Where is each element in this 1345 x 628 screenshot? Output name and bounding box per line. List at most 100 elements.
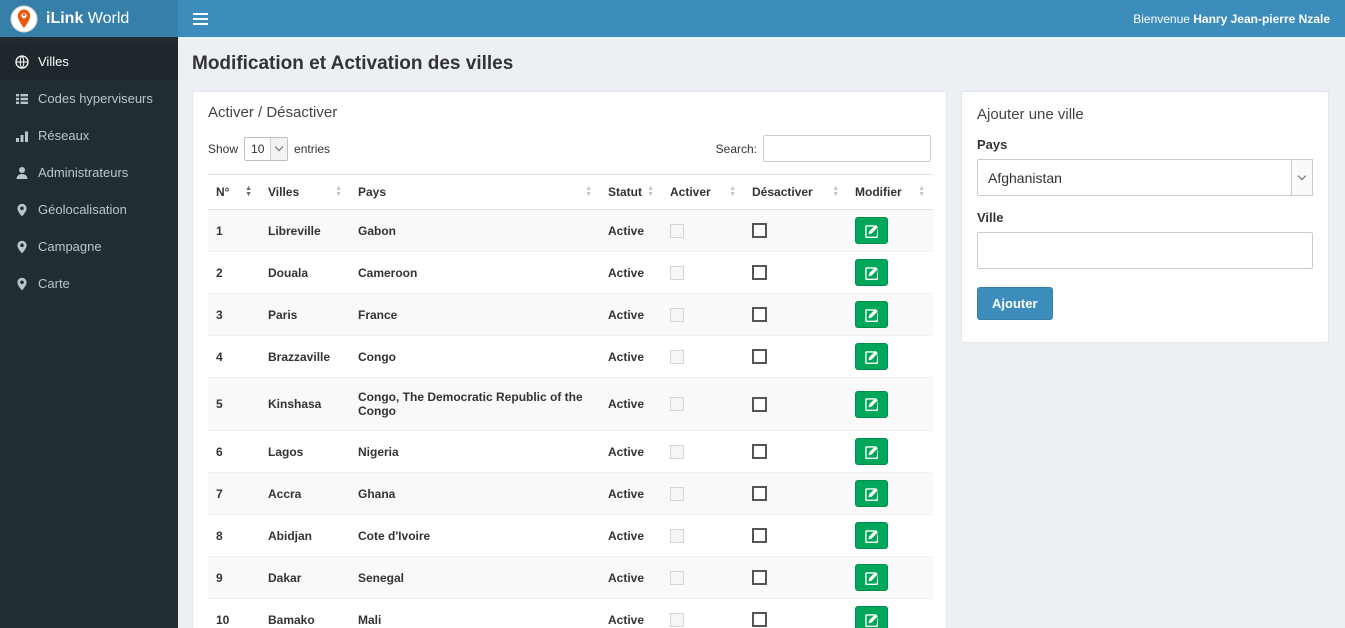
edit-button[interactable]: [855, 606, 888, 628]
sidebar-item-administrateurs[interactable]: Administrateurs: [0, 154, 178, 191]
row-ville: Paris: [268, 307, 298, 322]
activer-checkbox: [670, 307, 684, 322]
activer-checkbox: [670, 528, 684, 543]
user-name: Hanry Jean-pierre Nzale: [1193, 11, 1330, 26]
sort-icon: ▲ ▼: [647, 185, 654, 198]
row-number: 4: [216, 349, 223, 364]
app-root: iLink World Bienvenue Hanry Jean-pierre …: [0, 0, 1345, 628]
table-row: 10 Bamako Mali Active: [208, 599, 933, 628]
edit-button[interactable]: [855, 217, 888, 244]
desactiver-checkbox[interactable]: [752, 570, 767, 586]
column-header-num[interactable]: N° ▲ ▼: [208, 174, 260, 210]
table-row: 3 Paris France Active: [208, 293, 933, 336]
row-pays: Cote d'Ivoire: [358, 528, 431, 543]
sidebar-item-codes-hyperviseurs[interactable]: Codes hyperviseurs: [0, 80, 178, 117]
row-pays: Congo: [358, 349, 396, 364]
edit-button[interactable]: [855, 438, 888, 465]
edit-button[interactable]: [855, 390, 888, 418]
column-header-desactiver[interactable]: Désactiver ▲ ▼: [744, 174, 847, 210]
table-row: 5 Kinshasa Congo, The Democratic Republic …: [208, 377, 933, 431]
desactiver-checkbox[interactable]: [752, 307, 767, 323]
row-statut: Active: [608, 570, 645, 585]
add-panel-title: Ajouter une ville: [977, 106, 1084, 123]
edit-button[interactable]: [855, 522, 888, 549]
table-row: 6 Lagos Nigeria Active: [208, 431, 933, 473]
welcome-user[interactable]: Bienvenue Hanry Jean-pierre Nzale: [1133, 12, 1345, 26]
sort-icon: ▲ ▼: [335, 185, 342, 198]
edit-button[interactable]: [855, 480, 888, 507]
activer-checkbox: [670, 223, 684, 238]
row-number: 1: [216, 223, 223, 238]
sidebar-item-carte[interactable]: Carte: [0, 265, 178, 302]
table-panel-title: Activer / Désactiver: [208, 104, 338, 121]
activer-checkbox: [670, 612, 684, 627]
show-label: Show: [208, 141, 239, 156]
table-row: 1 Libreville Gabon Active: [208, 209, 933, 252]
sidebar-item-villes[interactable]: Villes: [0, 43, 178, 80]
ajouter-button[interactable]: Ajouter: [977, 287, 1053, 320]
row-statut: Active: [608, 486, 645, 501]
top-navbar: iLink World Bienvenue Hanry Jean-pierre …: [0, 0, 1345, 37]
row-pays: Gabon: [358, 223, 396, 238]
activer-checkbox: [670, 349, 684, 364]
sort-icon: ▲ ▼: [918, 185, 925, 198]
edit-button[interactable]: [855, 564, 888, 591]
row-statut: Active: [608, 265, 645, 280]
brand-logo-area[interactable]: iLink World: [0, 0, 178, 37]
sidebar-item-campagne[interactable]: Campagne: [0, 228, 178, 265]
row-statut: Active: [608, 612, 645, 627]
search-input[interactable]: [763, 135, 931, 162]
row-ville: Lagos: [268, 444, 304, 459]
desactiver-checkbox[interactable]: [752, 444, 767, 460]
activer-checkbox: [670, 570, 684, 585]
add-city-panel: Ajouter une ville Pays Afghanistan Ville…: [961, 91, 1329, 343]
row-statut: Active: [608, 444, 645, 459]
row-number: 5: [216, 397, 223, 411]
page-title: Modification et Activation des villes: [192, 53, 514, 74]
page-length-select[interactable]: 10: [244, 136, 289, 161]
edit-pencil-icon: [864, 571, 878, 585]
row-statut: Active: [608, 349, 645, 364]
desactiver-checkbox[interactable]: [752, 349, 767, 365]
edit-pencil-icon: [864, 613, 878, 627]
row-ville: Kinshasa: [268, 397, 322, 411]
column-header-villes[interactable]: Villes ▲ ▼: [260, 174, 350, 210]
desactiver-checkbox[interactable]: [752, 612, 767, 628]
ville-input[interactable]: [977, 232, 1313, 269]
edit-pencil-icon: [864, 529, 878, 543]
column-header-activer[interactable]: Activer ▲ ▼: [662, 174, 744, 210]
edit-button[interactable]: [855, 343, 888, 370]
column-header-pays[interactable]: Pays ▲ ▼: [350, 174, 600, 210]
desactiver-checkbox[interactable]: [752, 223, 767, 239]
desactiver-checkbox[interactable]: [752, 486, 767, 502]
pays-label: Pays: [977, 137, 1008, 152]
entries-label: entries: [294, 141, 331, 156]
bar-chart-icon: [16, 131, 28, 142]
sidebar-toggle-button[interactable]: [178, 0, 223, 37]
edit-pencil-icon: [864, 266, 878, 280]
desactiver-checkbox[interactable]: [752, 265, 767, 281]
row-pays: Cameroon: [358, 265, 418, 280]
edit-button[interactable]: [855, 259, 888, 286]
sidebar-item-label: Géolocalisation: [38, 202, 127, 217]
sidebar-item-reseaux[interactable]: Réseaux: [0, 117, 178, 154]
pays-select[interactable]: Afghanistan: [977, 159, 1313, 196]
desactiver-checkbox[interactable]: [752, 396, 767, 412]
table-header-row: N° ▲ ▼ Villes ▲ ▼ Pays ▲ ▼ Statut ▲ ▼ Activer ▲ ▼ …: [208, 174, 933, 210]
row-statut: Active: [608, 307, 645, 322]
activation-table-panel: Activer / Désactiver Show 10 entries Sea…: [192, 91, 947, 628]
column-header-statut[interactable]: Statut ▲ ▼: [600, 174, 662, 210]
search-label: Search:: [715, 141, 757, 156]
desactiver-checkbox[interactable]: [752, 528, 767, 544]
sidebar-item-geolocalisation[interactable]: Géolocalisation: [0, 191, 178, 228]
edit-pencil-icon: [864, 224, 878, 238]
row-ville: Libreville: [268, 223, 321, 238]
row-statut: Active: [608, 528, 645, 543]
row-statut: Active: [608, 223, 645, 238]
edit-pencil-icon: [864, 487, 878, 501]
sidebar-item-label: Administrateurs: [38, 165, 129, 180]
table-row: 4 Brazzaville Congo Active: [208, 336, 933, 378]
row-pays: France: [358, 307, 398, 322]
column-header-modifier[interactable]: Modifier ▲ ▼: [847, 174, 933, 210]
edit-button[interactable]: [855, 301, 888, 328]
